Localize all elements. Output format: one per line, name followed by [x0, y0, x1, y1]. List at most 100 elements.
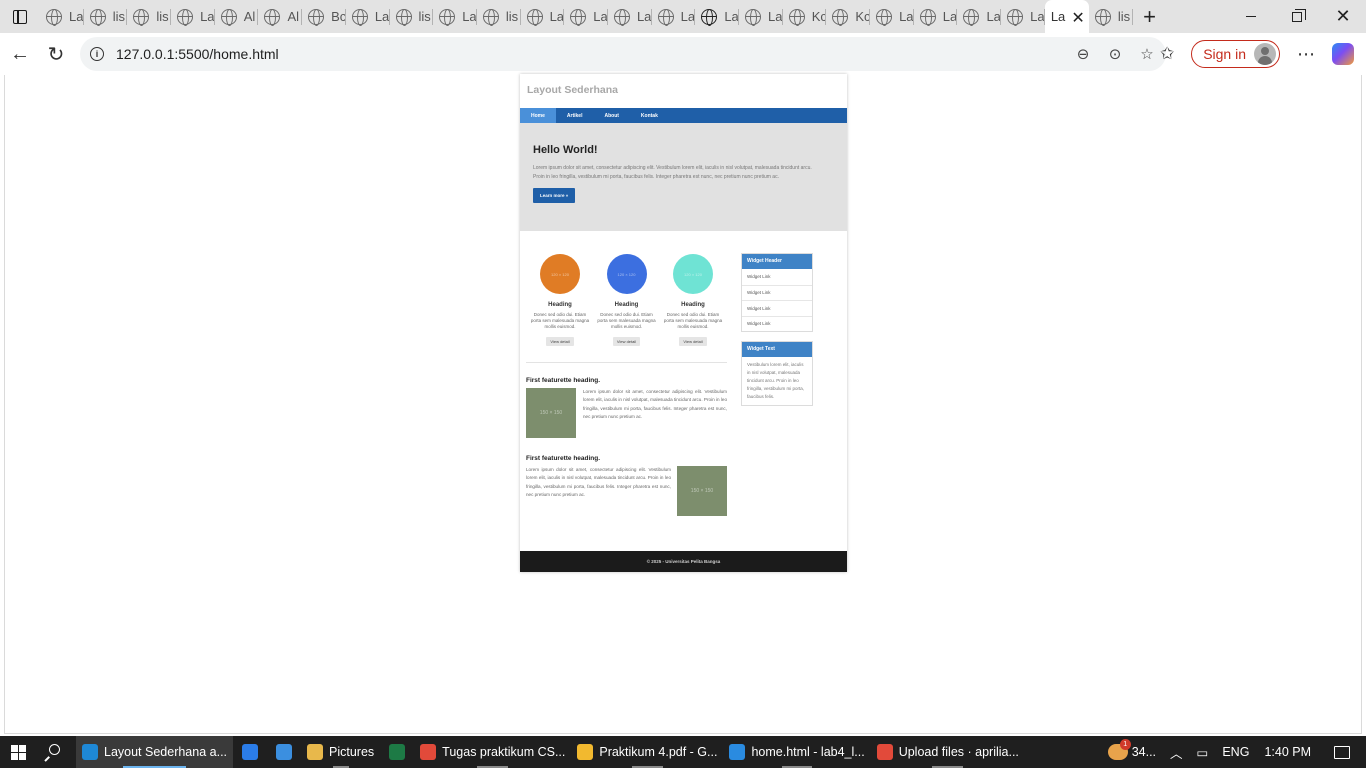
- tab-label: Bc: [331, 9, 346, 24]
- globe-icon: [308, 8, 325, 26]
- close-tab-icon[interactable]: ✕: [1071, 8, 1084, 28]
- restore-button[interactable]: [1274, 0, 1320, 33]
- browser-tab[interactable]: Kc: [826, 0, 870, 33]
- url-text[interactable]: 127.0.0.1:5500/home.html: [116, 46, 279, 62]
- nav-item-about[interactable]: About: [593, 108, 629, 123]
- tab-label: lis: [112, 9, 125, 24]
- browser-tab[interactable]: La: [652, 0, 696, 33]
- weather-widget[interactable]: 1 34...: [1101, 739, 1163, 760]
- browser-tab[interactable]: La: [739, 0, 783, 33]
- language-indicator[interactable]: ENG: [1215, 745, 1256, 759]
- globe-icon: [526, 8, 543, 26]
- taskbar-app[interactable]: home.html - lab4_l...: [723, 736, 870, 768]
- notifications-button[interactable]: [1327, 745, 1366, 759]
- main-column: 120 × 120 Heading Donec sed odio dui. Etia…: [526, 250, 727, 516]
- browser-tab[interactable]: Kc: [783, 0, 827, 33]
- start-button[interactable]: [0, 736, 36, 768]
- browser-tab[interactable]: Al: [258, 0, 302, 33]
- widget-text-body: Vestibulum lorem elit, iaculis in nisl v…: [747, 362, 805, 399]
- hero-title: Hello World!: [533, 144, 598, 156]
- widget-link[interactable]: Widget Link: [742, 300, 812, 316]
- globe-icon: [788, 8, 805, 26]
- browser-tab[interactable]: La: [433, 0, 477, 33]
- browser-tab[interactable]: La: [521, 0, 565, 33]
- view-detail-button[interactable]: View detail: [679, 337, 707, 346]
- read-aloud-icon[interactable]: ⊙: [1104, 43, 1126, 65]
- restore-icon: [1292, 8, 1306, 22]
- globe-icon: [832, 8, 849, 26]
- address-bar[interactable]: i 127.0.0.1:5500/home.html ⊖ ⊙ ☆: [80, 37, 1166, 71]
- browser-tab[interactable]: La: [564, 0, 608, 33]
- browser-tab[interactable]: La: [870, 0, 914, 33]
- widget-link[interactable]: Widget Link: [742, 315, 812, 332]
- taskbar-app[interactable]: [233, 736, 267, 768]
- taskbar-app[interactable]: Layout Sederhana a...: [76, 736, 234, 768]
- hero-section: Hello World! Lorem ipsum dolor sit amet,…: [520, 123, 847, 231]
- view-detail-button[interactable]: View detail: [546, 337, 574, 346]
- windows-logo-icon: [10, 744, 26, 760]
- edge-icon: [82, 744, 98, 760]
- globe-icon: [133, 8, 150, 26]
- tab-label: lis: [1117, 9, 1131, 24]
- browser-tab[interactable]: Al: [215, 0, 259, 33]
- clock[interactable]: 1:40 PM: [1256, 745, 1327, 759]
- nav-item-kontak[interactable]: Kontak: [630, 108, 669, 123]
- browser-tab[interactable]: La: [914, 0, 958, 33]
- close-window-button[interactable]: ✕: [1320, 0, 1366, 33]
- learn-more-button[interactable]: Learn more »: [533, 188, 576, 203]
- minimize-button[interactable]: [1228, 0, 1274, 33]
- taskbar-app[interactable]: Upload files · aprilia...: [871, 736, 1025, 768]
- browser-tab-strip: La lis lis La Al Al Bc La lis La lis La La La La La La Kc…: [0, 0, 1366, 33]
- taskbar-app[interactable]: [380, 736, 414, 768]
- tab-actions-button[interactable]: [0, 0, 40, 33]
- card-image: 120 × 120: [606, 254, 647, 294]
- browser-tab[interactable]: lis: [477, 0, 521, 33]
- browser-tab[interactable]: La: [40, 0, 84, 33]
- site-title: Layout Sederhana: [527, 84, 619, 96]
- browser-tab[interactable]: La: [695, 0, 739, 33]
- refresh-button[interactable]: ↻: [38, 36, 74, 72]
- nav-item-home[interactable]: Home: [520, 108, 556, 123]
- view-detail-button[interactable]: View detail: [612, 337, 641, 346]
- taskbar-app[interactable]: [267, 736, 301, 768]
- site-info-icon[interactable]: i: [90, 47, 104, 61]
- browser-tab[interactable]: lis: [390, 0, 434, 33]
- more-menu-icon[interactable]: ⋯: [1288, 36, 1324, 72]
- browser-tab[interactable]: La: [608, 0, 652, 33]
- taskbar-app[interactable]: Tugas praktikum CS...: [414, 736, 571, 768]
- browser-tab[interactable]: La: [171, 0, 215, 33]
- globe-icon: [876, 8, 893, 26]
- copilot-icon[interactable]: [1332, 43, 1354, 65]
- chrome-icon: [420, 744, 437, 760]
- sign-in-button[interactable]: Sign in: [1191, 40, 1280, 68]
- browser-tab[interactable]: lis: [1089, 0, 1133, 33]
- new-tab-button[interactable]: +: [1135, 0, 1165, 33]
- browser-tab[interactable]: lis: [127, 0, 171, 33]
- browser-tab-active[interactable]: La ✕: [1044, 0, 1089, 33]
- tray-overflow-button[interactable]: ︿: [1163, 743, 1190, 762]
- taskbar-app[interactable]: Praktikum 4.pdf - G...: [571, 736, 723, 768]
- back-button[interactable]: ←: [2, 36, 38, 72]
- widget-link[interactable]: Widget Link: [742, 269, 812, 285]
- browser-tab[interactable]: Bc: [302, 0, 346, 33]
- favorites-icon[interactable]: ✩: [1149, 36, 1185, 72]
- nav-item-artikel[interactable]: Artikel: [556, 108, 594, 123]
- zoom-out-icon[interactable]: ⊖: [1072, 43, 1094, 65]
- browser-tab[interactable]: La: [957, 0, 1001, 33]
- browser-tab[interactable]: lis: [84, 0, 128, 33]
- globe-icon: [745, 8, 761, 26]
- tab-list: La lis lis La Al Al Bc La lis La lis La La La La La La Kc…: [40, 0, 1133, 33]
- tab-label: lis: [418, 9, 431, 24]
- browser-tab[interactable]: La: [346, 0, 390, 33]
- search-button[interactable]: [36, 736, 72, 768]
- globe-icon: [963, 8, 980, 26]
- widget-link[interactable]: Widget Link: [742, 284, 812, 301]
- taskbar-app[interactable]: Pictures: [301, 736, 380, 768]
- browser-tab[interactable]: La: [1001, 0, 1045, 33]
- tab-label: Kc: [811, 9, 827, 24]
- featurette-2: First featurette heading. Lorem ipsum do…: [526, 455, 727, 516]
- featurette-heading: First featurette heading.: [526, 377, 601, 384]
- card-image: 120 × 120: [540, 254, 580, 294]
- tab-label: La: [768, 9, 783, 24]
- battery-icon[interactable]: ▭: [1190, 745, 1216, 760]
